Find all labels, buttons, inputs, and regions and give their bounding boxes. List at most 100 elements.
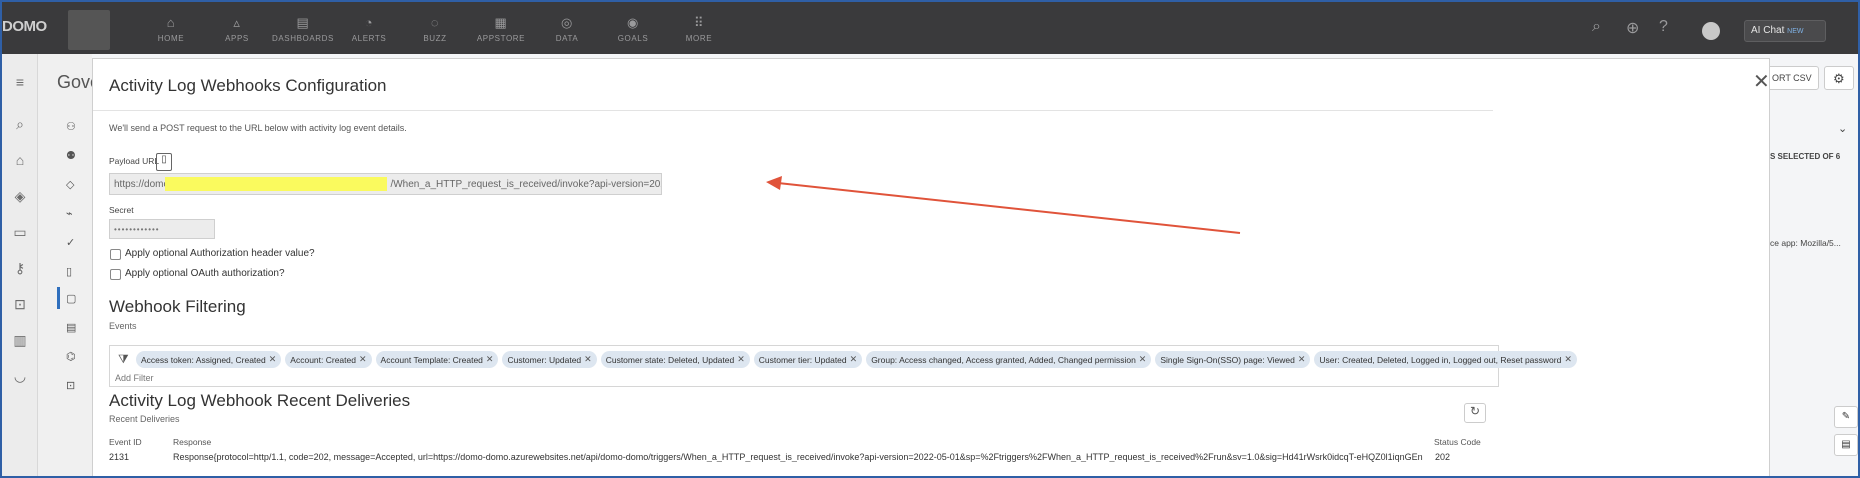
store-icon: ▦ [494,15,508,30]
col-event-id: Event ID [109,437,142,447]
secret-input[interactable]: •••••••••••• [109,219,215,239]
left-rail: ≡ ⌕ ⌂ ◈ ▭ ⚷ ⊡ ▥ ◡ [2,54,38,476]
filter-chip[interactable]: Customer: Updated ✕ [502,351,597,368]
filter-chip[interactable]: User: Created, Deleted, Logged in, Logge… [1314,351,1577,368]
nav-dashboards[interactable]: ▤ DASHBOARDS [268,15,338,44]
avatar[interactable] [1702,22,1720,40]
filter-chip[interactable]: Single Sign-On(SSO) page: Viewed ✕ [1155,351,1311,368]
remove-chip-icon[interactable]: ✕ [486,354,494,365]
export-csv-button[interactable]: ORT CSV [1767,66,1819,90]
nav-apps[interactable]: ▵ APPS [202,15,272,44]
webhook-filtering-title: Webhook Filtering [109,297,246,316]
app-window: DOMO ⌂ HOME ▵ APPS ▤ DASHBOARDS ◔ ALERTS ◌ BU… [0,0,1860,478]
secret-label: Secret [109,205,134,215]
file-icon[interactable]: ▢ [66,292,80,306]
home-icon: ⌂ [166,15,176,30]
filter-chip[interactable]: Account: Created ✕ [285,351,372,368]
nav-buzz[interactable]: ◌ BUZZ [400,15,470,44]
remove-chip-icon[interactable]: ✕ [1139,354,1147,365]
person-icon[interactable]: ⚇ [66,120,80,134]
key-icon[interactable]: ⚷ [11,260,29,278]
lock-icon[interactable]: ⊡ [66,379,80,393]
dashboards-icon: ▤ [296,15,310,30]
col-response: Response [173,437,212,447]
chart-icon[interactable]: ⌁ [66,207,80,221]
webhook-config-modal: Activity Log Webhooks Configuration ✕ We… [92,58,1770,476]
nav-appstore[interactable]: ▦ APPSTORE [466,15,536,44]
filter-chip[interactable]: Account Template: Created ✕ [375,351,499,368]
remove-chip-icon[interactable]: ✕ [1564,354,1572,365]
apps-icon: ▵ [233,15,241,30]
menu-icon[interactable]: ≡ [11,74,29,92]
feedback-icon[interactable]: ◡ [11,368,29,386]
check-icon[interactable]: ✓ [66,236,80,250]
divider [93,110,1493,111]
remove-chip-icon[interactable]: ✕ [850,354,858,365]
redaction-highlight [165,177,387,191]
recent-deliveries-label: Recent Deliveries [109,414,180,424]
document-icon[interactable]: ▭ [11,224,29,242]
notes-icon[interactable]: ▤ [1834,434,1858,456]
building-icon[interactable]: ▥ [11,332,29,350]
intro-text: We'll send a POST request to the URL bel… [109,123,407,133]
magic-wand-icon[interactable]: ✎ [1834,406,1858,428]
background-row-text: ce app: Mozilla/5... [1770,238,1841,248]
settings-button[interactable]: ⚙ [1824,66,1854,90]
remove-chip-icon[interactable]: ✕ [359,354,367,365]
refresh-button[interactable]: ↻ [1464,403,1486,423]
filter-chip[interactable]: Group: Access changed, Access granted, A… [866,351,1152,368]
search-icon[interactable]: ⌕ [1592,18,1601,36]
clipboard-icon[interactable]: ▯ [66,265,80,279]
group-icon[interactable]: ⚉ [66,149,80,163]
share-icon[interactable]: ⌬ [66,350,80,364]
filter-chip[interactable]: Access token: Assigned, Created ✕ [136,351,282,368]
close-icon[interactable]: ✕ [1753,69,1770,94]
nav-more[interactable]: ⠿ MORE [664,15,734,44]
remove-chip-icon[interactable]: ✕ [1298,354,1306,365]
home-icon[interactable]: ⌂ [11,152,29,170]
grid-icon: ⠿ [693,15,705,30]
search-icon[interactable]: ⌕ [11,116,29,134]
bell-icon: ◔ [364,15,374,30]
remove-chip-icon[interactable]: ✕ [737,354,745,365]
row-status: 202 [1435,452,1451,462]
events-label: Events [109,321,137,331]
filter-icon: ⧩ [118,352,129,366]
shield-icon[interactable]: ◈ [11,188,29,206]
nav-data[interactable]: ◎ DATA [532,15,602,44]
selection-count: S SELECTED OF 6 [1770,152,1841,161]
oauth-checkbox[interactable] [110,269,121,280]
active-indicator [57,287,60,309]
chevron-down-icon[interactable]: ⌄ [1838,122,1847,135]
ai-chat-button[interactable]: AI Chat NEW [1744,20,1826,42]
list-icon[interactable]: ▤ [66,321,80,335]
add-filter-input[interactable]: Add Filter [115,373,154,383]
auth-header-checkbox[interactable] [110,249,121,260]
database-icon: ◎ [561,15,573,30]
remove-chip-icon[interactable]: ✕ [584,354,592,365]
chat-icon: ◌ [430,15,440,30]
col-status-code: Status Code [1434,437,1481,447]
modal-title: Activity Log Webhooks Configuration [109,76,387,95]
event-filter-box[interactable]: ⧩ Access token: Assigned, Created ✕ Accou… [109,345,1577,387]
row-response: Response{protocol=http/1.1, code=202, me… [173,452,1423,462]
nav-alerts[interactable]: ◔ ALERTS [334,15,404,44]
recent-deliveries-title: Activity Log Webhook Recent Deliveries [109,391,411,410]
side-panel [38,54,92,476]
filter-chip[interactable]: Customer tier: Updated ✕ [753,351,863,368]
gear-icon: ⚙ [1833,71,1845,86]
lock-icon[interactable]: ⊡ [11,296,29,314]
help-icon[interactable]: ? [1659,18,1668,36]
remove-chip-icon[interactable]: ✕ [269,354,277,365]
domo-logo[interactable]: DOMO [2,12,54,42]
app-switcher-button[interactable] [68,10,110,50]
nav-home[interactable]: ⌂ HOME [136,15,206,44]
oauth-label: Apply optional OAuth authorization? [125,268,285,279]
nav-goals[interactable]: ◉ GOALS [598,16,668,44]
plus-icon[interactable]: ⊕ [1626,18,1639,38]
clipboard-icon[interactable]: ▯ [156,153,172,171]
shield-icon[interactable]: ◇ [66,178,80,192]
top-nav: DOMO ⌂ HOME ▵ APPS ▤ DASHBOARDS ◔ ALERTS ◌ BU… [2,2,1858,54]
filter-chip[interactable]: Customer state: Deleted, Updated ✕ [600,351,750,368]
refresh-icon: ↻ [1469,404,1481,418]
